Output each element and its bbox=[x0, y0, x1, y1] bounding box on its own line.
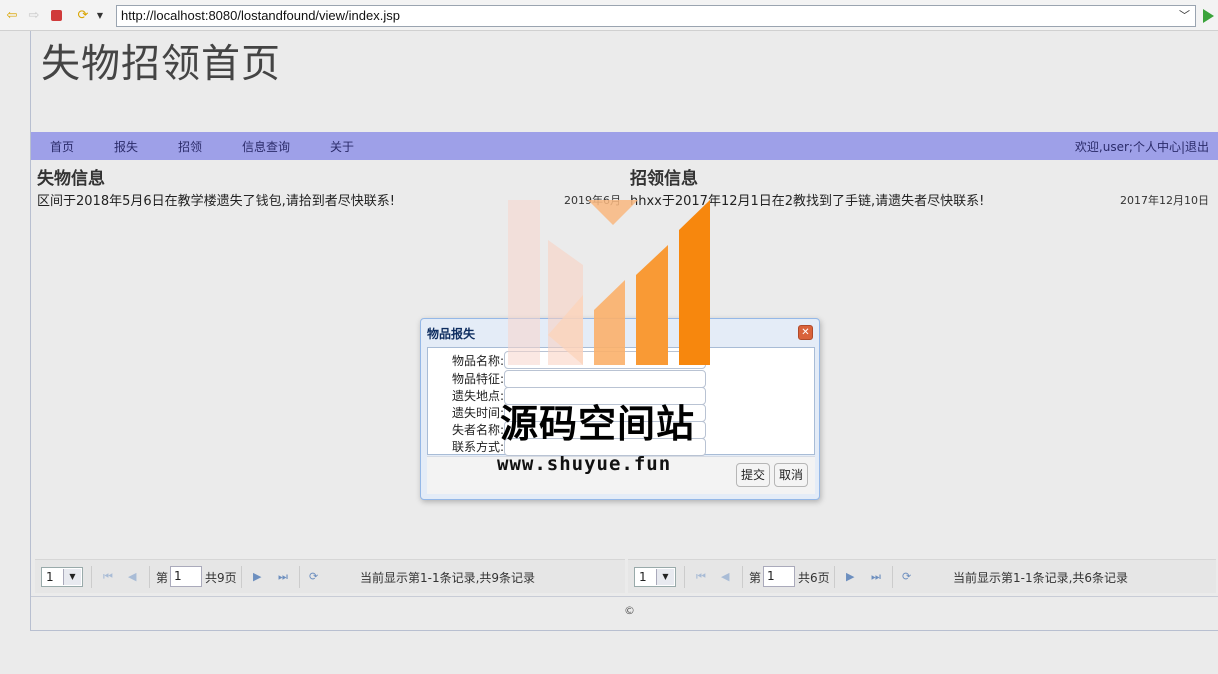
divider bbox=[892, 566, 893, 588]
lost-page-size-value: 1 bbox=[46, 570, 54, 584]
page-total-label: 共6页 bbox=[798, 571, 830, 585]
menu-item-report-lost[interactable]: 报失 bbox=[114, 138, 138, 155]
divider bbox=[149, 566, 150, 588]
close-icon[interactable]: ✕ bbox=[798, 325, 813, 340]
chevron-down-icon[interactable]: ▼ bbox=[656, 569, 674, 585]
found-item-date: 2017年12月10日 bbox=[1120, 194, 1209, 207]
watermark-url: www.shuyue.fun bbox=[497, 453, 672, 475]
item-feature-field[interactable] bbox=[504, 370, 706, 388]
divider bbox=[299, 566, 300, 588]
forward-icon[interactable]: ⇨ bbox=[26, 8, 42, 24]
refresh-icon[interactable]: ⟳ bbox=[75, 8, 91, 24]
stop-icon[interactable] bbox=[51, 10, 62, 21]
lost-page-size-select[interactable]: 1 ▼ bbox=[41, 567, 83, 587]
watermark-logo bbox=[508, 200, 710, 365]
lost-page-number-input[interactable]: 1 bbox=[170, 566, 202, 587]
browser-toolbar: ⇦ ⇨ ⟳ ▼ http://localhost:8080/lostandfou… bbox=[0, 0, 1218, 31]
go-icon[interactable] bbox=[1203, 9, 1214, 23]
watermark-text: 源码空间站 bbox=[500, 402, 696, 446]
lost-item-text[interactable]: 区间于2018年5月6日在教学楼遗失了钱包,请拾到者尽快联系! bbox=[37, 190, 395, 209]
found-pagination: 1 ▼ ⏮ ◀ 第 1 共6页 ▶ ⏭ ⟳ 当前显示第1-1条记录,共6条记录 bbox=[628, 559, 1216, 593]
found-list-item[interactable]: hhxx于2017年12月1日在2教找到了手链,请遗失者尽快联系! 2017年1… bbox=[628, 188, 1213, 209]
lost-place-label: 遗失地点: bbox=[452, 389, 505, 403]
next-page-icon[interactable]: ▶ bbox=[846, 570, 854, 583]
menu-item-found[interactable]: 招领 bbox=[178, 138, 202, 155]
menu-item-search[interactable]: 信息查询 bbox=[242, 138, 290, 155]
divider bbox=[91, 566, 92, 588]
divider bbox=[834, 566, 835, 588]
history-dropdown-icon[interactable]: ▼ bbox=[94, 8, 106, 24]
divider bbox=[241, 566, 242, 588]
found-section-heading: 招领信息 bbox=[630, 169, 698, 189]
lost-section-heading: 失物信息 bbox=[37, 169, 105, 189]
first-page-icon[interactable]: ⏮ bbox=[696, 570, 706, 584]
cancel-button[interactable]: 取消 bbox=[774, 463, 809, 487]
next-page-icon[interactable]: ▶ bbox=[253, 570, 261, 583]
last-page-icon[interactable]: ⏭ bbox=[278, 570, 288, 584]
page-title: 失物招领首页 bbox=[41, 42, 282, 87]
found-page-size-select[interactable]: 1 ▼ bbox=[634, 567, 676, 587]
found-pager-info: 当前显示第1-1条记录,共6条记录 bbox=[953, 571, 1129, 585]
menu-item-about[interactable]: 关于 bbox=[330, 138, 354, 155]
found-page-number-input[interactable]: 1 bbox=[763, 566, 795, 587]
back-icon[interactable]: ⇦ bbox=[4, 8, 20, 24]
item-name-label: 物品名称: bbox=[452, 354, 505, 368]
prev-page-icon[interactable]: ◀ bbox=[721, 570, 729, 583]
chevron-down-icon[interactable]: ▼ bbox=[63, 569, 81, 585]
reload-icon[interactable]: ⟳ bbox=[309, 570, 318, 583]
last-page-icon[interactable]: ⏭ bbox=[871, 570, 881, 584]
lost-pager-info: 当前显示第1-1条记录,共9条记录 bbox=[360, 571, 536, 585]
divider bbox=[742, 566, 743, 588]
page-total-label: 共9页 bbox=[205, 571, 237, 585]
lost-pagination: 1 ▼ ⏮ ◀ 第 1 共9页 ▶ ⏭ ⟳ 当前显示第1-1条记录,共9条记录 bbox=[35, 559, 625, 593]
page-prefix-label: 第 bbox=[749, 571, 762, 585]
item-feature-label: 物品特征: bbox=[452, 372, 505, 386]
main-menu: 首页 报失 招领 信息查询 关于 欢迎,user;个人中心|退出 bbox=[31, 132, 1218, 160]
chevron-down-icon[interactable]: ﹀ bbox=[1179, 6, 1190, 26]
url-text: http://localhost:8080/lostandfound/view/… bbox=[121, 8, 400, 23]
reload-icon[interactable]: ⟳ bbox=[902, 570, 911, 583]
copyright: © bbox=[624, 604, 635, 617]
menu-item-home[interactable]: 首页 bbox=[50, 138, 74, 155]
dialog-title: 物品报失 bbox=[427, 327, 476, 341]
lost-time-label: 遗失时间: bbox=[452, 406, 505, 420]
user-links[interactable]: 欢迎,user;个人中心|退出 bbox=[1075, 138, 1209, 155]
page-prefix-label: 第 bbox=[156, 571, 169, 585]
footer-divider bbox=[31, 596, 1218, 597]
first-page-icon[interactable]: ⏮ bbox=[103, 570, 113, 584]
address-bar[interactable]: http://localhost:8080/lostandfound/view/… bbox=[116, 5, 1196, 27]
divider bbox=[684, 566, 685, 588]
submit-button[interactable]: 提交 bbox=[736, 463, 771, 487]
found-page-size-value: 1 bbox=[639, 570, 647, 584]
prev-page-icon[interactable]: ◀ bbox=[128, 570, 136, 583]
owner-name-label: 失者名称: bbox=[452, 423, 505, 437]
